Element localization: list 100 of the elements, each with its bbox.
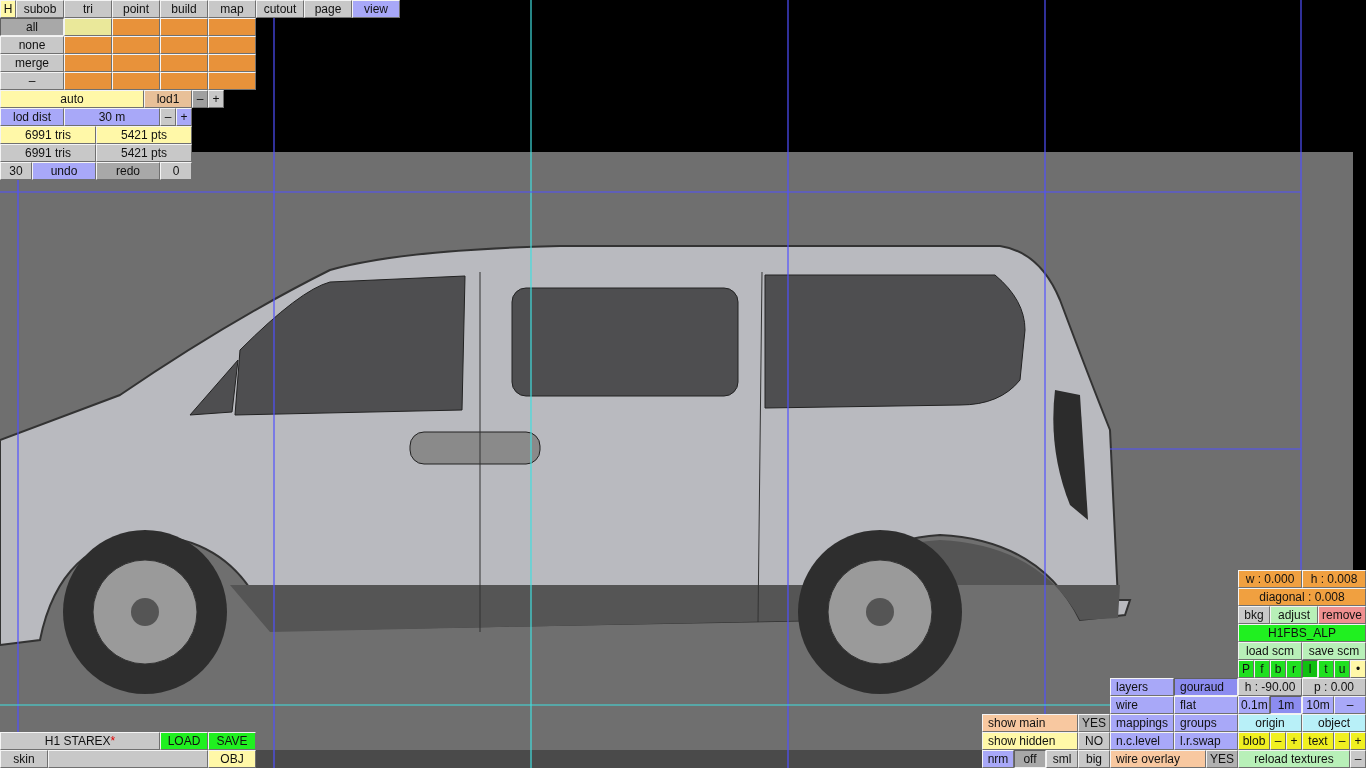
object-button[interactable]: object	[1302, 714, 1366, 732]
minus-button[interactable]: –	[1334, 696, 1366, 714]
subobject-grid-cell[interactable]	[112, 36, 160, 54]
undo-button[interactable]: undo	[32, 162, 96, 180]
step-button[interactable]: 0.1m	[1238, 696, 1270, 714]
decrement-button[interactable]: –	[160, 108, 176, 126]
skin-field[interactable]	[48, 750, 208, 768]
origin-button[interactable]: origin	[1238, 714, 1302, 732]
subobject-grid-cell[interactable]	[112, 18, 160, 36]
show-main-button[interactable]: show main	[982, 714, 1078, 732]
minus-button[interactable]: –	[1350, 750, 1366, 768]
lod-dist-value[interactable]: 30 m	[64, 108, 160, 126]
decrement-button[interactable]: –	[1270, 732, 1286, 750]
mode-tab[interactable]: cutout	[256, 0, 304, 18]
step-button[interactable]: 1m	[1270, 696, 1302, 714]
toggle-button[interactable]: YES	[1078, 714, 1110, 732]
size-button[interactable]: nrm	[982, 750, 1014, 768]
load-button[interactable]: LOAD	[160, 732, 208, 750]
redo-button[interactable]: redo	[96, 162, 160, 180]
increment-button[interactable]: +	[176, 108, 192, 126]
subobject-grid-cell[interactable]	[160, 18, 208, 36]
step-button[interactable]: 10m	[1302, 696, 1334, 714]
increment-button[interactable]: +	[208, 90, 224, 108]
wire-button[interactable]: wire	[1110, 696, 1174, 714]
layers-button[interactable]: layers	[1110, 678, 1174, 696]
mode-tab[interactable]: tri	[64, 0, 112, 18]
decrement-button[interactable]: –	[1334, 732, 1350, 750]
load-scm-button[interactable]: load scm	[1238, 642, 1302, 660]
flat-button[interactable]: flat	[1174, 696, 1238, 714]
save-button[interactable]: SAVE	[208, 732, 256, 750]
subobject-grid-cell[interactable]	[64, 72, 112, 90]
skin-button[interactable]: skin	[0, 750, 48, 768]
selection-button[interactable]: –	[0, 72, 64, 90]
decrement-button[interactable]: –	[192, 90, 208, 108]
toggle-button[interactable]: NO	[1078, 732, 1110, 750]
h-button[interactable]: H	[0, 0, 16, 18]
nc-level-button[interactable]: n.c.level	[1110, 732, 1174, 750]
selection-button[interactable]: merge	[0, 54, 64, 72]
undo-count[interactable]: 30	[0, 162, 32, 180]
view-button[interactable]: r	[1286, 660, 1302, 678]
selection-button[interactable]: all	[0, 18, 64, 36]
text-button[interactable]: text	[1302, 732, 1334, 750]
show-hidden-button[interactable]: show hidden	[982, 732, 1078, 750]
view-button[interactable]: t	[1318, 660, 1334, 678]
triangle-count: 6991 tris	[0, 144, 96, 162]
height-readout: h : 0.008	[1302, 570, 1366, 588]
size-button[interactable]: off	[1014, 750, 1046, 768]
subobject-grid-cell[interactable]	[64, 36, 112, 54]
remove-button[interactable]: remove	[1318, 606, 1366, 624]
background-button[interactable]: bkg	[1238, 606, 1270, 624]
subobject-grid-cell[interactable]	[112, 54, 160, 72]
point-count: 5421 pts	[96, 126, 192, 144]
subobject-grid-cell[interactable]	[160, 54, 208, 72]
lod-level-button[interactable]: lod1	[144, 90, 192, 108]
model-name-field[interactable]: H1 STAREX*	[0, 732, 160, 750]
format-button[interactable]: OBJ	[208, 750, 256, 768]
reload-textures-button[interactable]: reload textures	[1238, 750, 1350, 768]
mode-tab[interactable]: point	[112, 0, 160, 18]
texture-name[interactable]: H1FBS_ALP	[1238, 624, 1366, 642]
view-button[interactable]: f	[1254, 660, 1270, 678]
size-button[interactable]: big	[1078, 750, 1110, 768]
lr-swap-button[interactable]: l.r.swap	[1174, 732, 1238, 750]
adjust-button[interactable]: adjust	[1270, 606, 1318, 624]
width-readout: w : 0.000	[1238, 570, 1302, 588]
subobject-grid-cell[interactable]	[64, 18, 112, 36]
subobject-grid-cell[interactable]	[208, 72, 256, 90]
dot-button[interactable]: •	[1350, 660, 1366, 678]
mode-tab[interactable]: view	[352, 0, 400, 18]
subobject-grid-cell[interactable]	[208, 36, 256, 54]
save-scm-button[interactable]: save scm	[1302, 642, 1366, 660]
mode-tab[interactable]: build	[160, 0, 208, 18]
wire-overlay-button[interactable]: wire overlay	[1110, 750, 1206, 768]
groups-button[interactable]: groups	[1174, 714, 1238, 732]
mode-tab[interactable]: page	[304, 0, 352, 18]
lod-mode-button[interactable]: auto	[0, 90, 144, 108]
increment-button[interactable]: +	[1350, 732, 1366, 750]
increment-button[interactable]: +	[1286, 732, 1302, 750]
mode-tab[interactable]: subob	[16, 0, 64, 18]
diagonal-readout: diagonal : 0.008	[1238, 588, 1366, 606]
view-button[interactable]: u	[1334, 660, 1350, 678]
mappings-button[interactable]: mappings	[1110, 714, 1174, 732]
subobject-grid-cell[interactable]	[160, 72, 208, 90]
view-button[interactable]: P	[1238, 660, 1254, 678]
redo-count[interactable]: 0	[160, 162, 192, 180]
triangle-count: 6991 tris	[0, 126, 96, 144]
subobject-grid-cell[interactable]	[112, 72, 160, 90]
toggle-button[interactable]: YES	[1206, 750, 1238, 768]
subobject-grid-cell[interactable]	[160, 36, 208, 54]
view-button[interactable]: l	[1302, 660, 1318, 678]
mode-tab[interactable]: map	[208, 0, 256, 18]
gouraud-button[interactable]: gouraud	[1174, 678, 1238, 696]
pitch-readout: p : 0.00	[1302, 678, 1366, 696]
subobject-grid-cell[interactable]	[208, 18, 256, 36]
subobject-grid-cell[interactable]	[64, 54, 112, 72]
blob-button[interactable]: blob	[1238, 732, 1270, 750]
lod-dist-button[interactable]: lod dist	[0, 108, 64, 126]
view-button[interactable]: b	[1270, 660, 1286, 678]
size-button[interactable]: sml	[1046, 750, 1078, 768]
selection-button[interactable]: none	[0, 36, 64, 54]
subobject-grid-cell[interactable]	[208, 54, 256, 72]
